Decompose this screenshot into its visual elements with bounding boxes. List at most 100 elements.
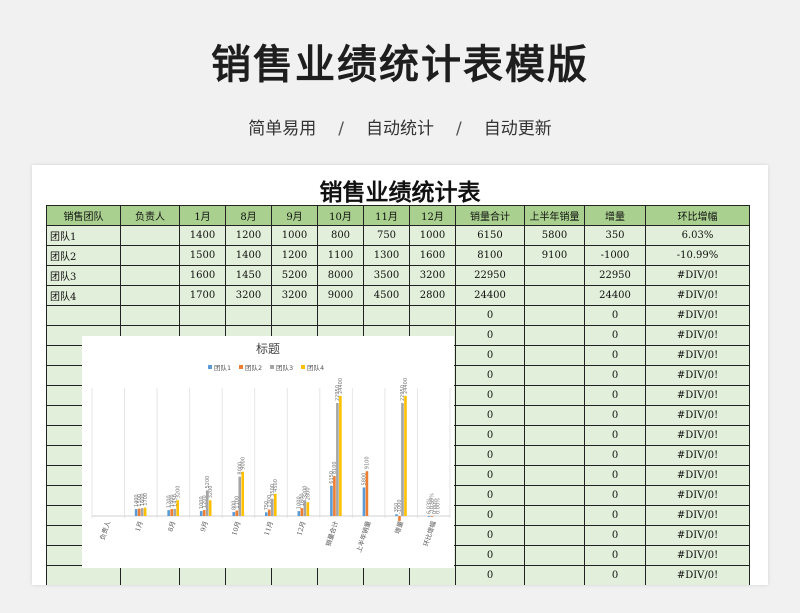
table-cell[interactable] bbox=[524, 425, 585, 446]
table-cell[interactable]: #DIV/0! bbox=[645, 545, 750, 566]
table-cell[interactable]: #DIV/0! bbox=[645, 485, 750, 506]
table-cell[interactable]: 0 bbox=[584, 305, 646, 326]
table-cell[interactable]: 9000 bbox=[317, 285, 364, 306]
table-cell[interactable]: 4500 bbox=[363, 285, 410, 306]
table-cell[interactable]: #DIV/0! bbox=[645, 565, 750, 585]
table-cell[interactable]: 0 bbox=[584, 465, 646, 486]
table-cell[interactable] bbox=[120, 285, 180, 306]
table-cell[interactable]: 0 bbox=[455, 445, 525, 466]
table-cell[interactable]: 750 bbox=[363, 225, 410, 246]
table-cell[interactable] bbox=[524, 485, 585, 506]
column-header[interactable]: 销量合计 bbox=[455, 205, 525, 226]
table-cell[interactable]: 1000 bbox=[409, 225, 456, 246]
table-cell[interactable]: 0 bbox=[584, 325, 646, 346]
table-cell[interactable]: 800 bbox=[317, 225, 364, 246]
table-cell[interactable]: -1000 bbox=[584, 245, 646, 266]
table-cell[interactable] bbox=[120, 265, 180, 286]
table-cell[interactable]: 0 bbox=[455, 325, 525, 346]
table-cell[interactable]: 6150 bbox=[455, 225, 525, 246]
table-cell[interactable] bbox=[120, 565, 180, 585]
column-header[interactable]: 12月 bbox=[409, 205, 456, 226]
table-cell[interactable] bbox=[524, 385, 585, 406]
table-cell[interactable]: 5200 bbox=[271, 265, 318, 286]
table-cell[interactable] bbox=[317, 305, 364, 326]
table-cell[interactable]: 1400 bbox=[225, 245, 272, 266]
table-cell[interactable]: 0 bbox=[584, 445, 646, 466]
table-cell[interactable]: -10.99% bbox=[645, 245, 750, 266]
table-cell[interactable]: #DIV/0! bbox=[645, 365, 750, 386]
table-cell[interactable]: 0 bbox=[584, 405, 646, 426]
table-cell[interactable] bbox=[524, 525, 585, 546]
column-header[interactable]: 上半年销量 bbox=[524, 205, 585, 226]
table-cell[interactable]: 1300 bbox=[363, 245, 410, 266]
table-cell[interactable]: 0 bbox=[584, 545, 646, 566]
table-cell[interactable] bbox=[363, 305, 410, 326]
table-cell[interactable]: 团队1 bbox=[46, 225, 121, 246]
table-cell[interactable]: 9100 bbox=[524, 245, 585, 266]
table-cell[interactable]: #DIV/0! bbox=[645, 305, 750, 326]
table-cell[interactable]: 团队2 bbox=[46, 245, 121, 266]
column-header[interactable]: 11月 bbox=[363, 205, 410, 226]
table-cell[interactable] bbox=[271, 305, 318, 326]
table-cell[interactable] bbox=[409, 305, 456, 326]
table-cell[interactable] bbox=[524, 285, 585, 306]
table-cell[interactable]: 1450 bbox=[225, 265, 272, 286]
table-cell[interactable] bbox=[524, 445, 585, 466]
column-header[interactable]: 1月 bbox=[179, 205, 226, 226]
table-cell[interactable]: 350 bbox=[584, 225, 646, 246]
table-cell[interactable] bbox=[524, 325, 585, 346]
table-cell[interactable] bbox=[524, 405, 585, 426]
table-cell[interactable] bbox=[524, 545, 585, 566]
table-cell[interactable]: 1400 bbox=[179, 225, 226, 246]
table-cell[interactable]: 1100 bbox=[317, 245, 364, 266]
column-header[interactable]: 9月 bbox=[271, 205, 318, 226]
table-cell[interactable]: 1600 bbox=[179, 265, 226, 286]
table-cell[interactable] bbox=[524, 305, 585, 326]
table-cell[interactable]: 0 bbox=[455, 305, 525, 326]
table-cell[interactable]: 团队3 bbox=[46, 265, 121, 286]
table-cell[interactable]: 0 bbox=[584, 485, 646, 506]
column-header[interactable]: 负责人 bbox=[120, 205, 180, 226]
table-cell[interactable] bbox=[179, 565, 226, 585]
table-cell[interactable] bbox=[524, 465, 585, 486]
table-cell[interactable]: #DIV/0! bbox=[645, 265, 750, 286]
table-cell[interactable]: 0 bbox=[455, 545, 525, 566]
table-cell[interactable]: #DIV/0! bbox=[645, 405, 750, 426]
table-cell[interactable]: 0 bbox=[455, 485, 525, 506]
table-cell[interactable]: 0 bbox=[455, 385, 525, 406]
table-cell[interactable] bbox=[120, 225, 180, 246]
table-cell[interactable] bbox=[524, 505, 585, 526]
table-cell[interactable] bbox=[179, 305, 226, 326]
table-cell[interactable]: 3500 bbox=[363, 265, 410, 286]
table-cell[interactable]: #DIV/0! bbox=[645, 425, 750, 446]
table-cell[interactable]: #DIV/0! bbox=[645, 465, 750, 486]
table-cell[interactable] bbox=[225, 305, 272, 326]
table-cell[interactable]: 3200 bbox=[409, 265, 456, 286]
table-cell[interactable]: 24400 bbox=[584, 285, 646, 306]
table-cell[interactable]: 0 bbox=[455, 365, 525, 386]
sales-chart[interactable]: 标题 团队1 团队2 团队3 团队4 负责人 1400 1500 1600 1700 1月 1200 1… bbox=[82, 336, 454, 568]
table-cell[interactable]: 22950 bbox=[455, 265, 525, 286]
table-cell[interactable]: #DIV/0! bbox=[645, 325, 750, 346]
table-cell[interactable] bbox=[271, 565, 318, 585]
table-cell[interactable]: #DIV/0! bbox=[645, 345, 750, 366]
table-cell[interactable]: 0 bbox=[455, 465, 525, 486]
table-cell[interactable]: 0 bbox=[455, 505, 525, 526]
table-cell[interactable]: #DIV/0! bbox=[645, 525, 750, 546]
table-cell[interactable]: 3200 bbox=[225, 285, 272, 306]
table-cell[interactable]: 22950 bbox=[584, 265, 646, 286]
table-cell[interactable]: 0 bbox=[455, 565, 525, 585]
column-header[interactable]: 8月 bbox=[225, 205, 272, 226]
table-cell[interactable]: 0 bbox=[455, 345, 525, 366]
table-cell[interactable]: 1200 bbox=[225, 225, 272, 246]
table-cell[interactable]: 0 bbox=[584, 565, 646, 585]
table-cell[interactable]: 团队4 bbox=[46, 285, 121, 306]
table-cell[interactable]: 8100 bbox=[455, 245, 525, 266]
table-cell[interactable]: 2800 bbox=[409, 285, 456, 306]
table-cell[interactable]: 1000 bbox=[271, 225, 318, 246]
table-cell[interactable]: 0 bbox=[455, 425, 525, 446]
table-cell[interactable] bbox=[317, 565, 364, 585]
table-cell[interactable] bbox=[120, 245, 180, 266]
table-cell[interactable]: 1600 bbox=[409, 245, 456, 266]
column-header[interactable]: 销售团队 bbox=[46, 205, 121, 226]
